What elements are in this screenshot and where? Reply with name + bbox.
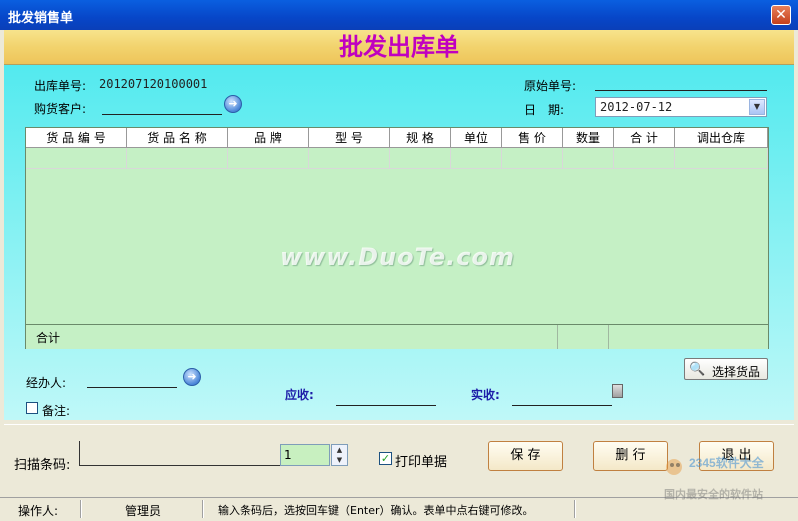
- barcode-input[interactable]: [79, 441, 280, 466]
- receivable-value: [336, 391, 436, 406]
- close-icon: ✕: [775, 7, 787, 23]
- status-divider: [202, 500, 204, 518]
- calculator-icon[interactable]: [612, 384, 623, 398]
- table-cell[interactable]: [563, 148, 614, 169]
- print-checkbox[interactable]: ✓: [379, 452, 392, 465]
- grid-footer: 合计: [26, 324, 768, 349]
- footer-divider: [608, 325, 609, 349]
- footer-divider: [557, 325, 558, 349]
- operator-value: 管理员: [125, 504, 162, 518]
- col-unit[interactable]: 单位: [451, 128, 502, 148]
- form-title: 批发出库单: [339, 33, 459, 61]
- scan-label: 扫描条码:: [14, 458, 71, 473]
- col-brand[interactable]: 品 牌: [228, 128, 309, 148]
- table-cell[interactable]: [451, 148, 502, 169]
- orig-no-input[interactable]: [595, 76, 767, 91]
- status-hint: 输入条码后，选按回车键（Enter）确认。表单中点右键可修改。: [218, 504, 534, 517]
- col-total[interactable]: 合 计: [614, 128, 675, 148]
- out-no-label: 出库单号:: [34, 79, 87, 93]
- close-button[interactable]: ✕: [771, 5, 791, 25]
- table-cell[interactable]: [26, 148, 127, 169]
- col-spec[interactable]: 规 格: [390, 128, 451, 148]
- select-goods-button[interactable]: 🔍 选择货品: [684, 358, 768, 380]
- goods-grid[interactable]: 货 品 编 号 货 品 名 称 品 牌 型 号 规 格 单位 售 价 数量 合 …: [25, 127, 769, 349]
- save-button[interactable]: 保 存: [488, 441, 563, 471]
- remark-label: 备注:: [42, 404, 71, 418]
- handler-lookup-button[interactable]: ➜: [183, 368, 201, 386]
- table-cell[interactable]: [228, 148, 309, 169]
- date-label: 日 期:: [524, 103, 565, 117]
- print-label: 打印单据: [395, 455, 448, 470]
- col-model[interactable]: 型 号: [309, 128, 390, 148]
- customer-lookup-button[interactable]: ➜: [224, 95, 242, 113]
- status-divider: [574, 500, 576, 518]
- window-title-bar[interactable]: 批发销售单 ✕: [0, 0, 798, 30]
- table-cell[interactable]: [675, 148, 768, 169]
- chevron-down-icon[interactable]: ▼: [332, 455, 347, 465]
- status-divider: [80, 500, 82, 518]
- brand-name: 2345软件大全: [689, 455, 765, 470]
- col-qty[interactable]: 数量: [563, 128, 614, 148]
- received-label: 实收:: [471, 388, 500, 402]
- table-cell[interactable]: [614, 148, 675, 169]
- receivable-label: 应收:: [285, 388, 314, 402]
- quantity-input[interactable]: 1: [280, 444, 330, 466]
- checkmark-icon: ✓: [380, 452, 391, 465]
- handler-label: 经办人:: [26, 376, 67, 390]
- customer-label: 购货客户:: [34, 102, 87, 116]
- customer-input[interactable]: [102, 100, 222, 115]
- quantity-stepper[interactable]: ▲ ▼: [331, 444, 348, 466]
- chevron-up-icon[interactable]: ▲: [332, 445, 347, 455]
- window-title: 批发销售单: [8, 11, 74, 26]
- header-band: 批发出库单: [4, 30, 794, 65]
- total-row-label: 合计: [36, 331, 61, 345]
- table-cell[interactable]: [502, 148, 563, 169]
- table-cell[interactable]: [390, 148, 451, 169]
- date-value: 2012-07-12: [600, 100, 673, 114]
- col-goods-code[interactable]: 货 品 编 号: [26, 128, 127, 148]
- orig-no-label: 原始单号:: [524, 79, 577, 93]
- watermark: www.DuoTe.com: [280, 243, 515, 271]
- table-cell[interactable]: [127, 148, 228, 169]
- col-price[interactable]: 售 价: [502, 128, 563, 148]
- select-goods-label: 选择货品: [712, 365, 761, 379]
- handler-input[interactable]: [87, 373, 177, 388]
- brand-logo: 2345软件大全 国内最安全的软件站: [662, 443, 794, 501]
- table-cell[interactable]: [309, 148, 390, 169]
- arrow-right-icon: ➜: [187, 370, 197, 383]
- operator-label: 操作人:: [18, 504, 59, 518]
- received-input[interactable]: [512, 391, 612, 406]
- date-select[interactable]: 2012-07-12 ▼: [595, 97, 767, 117]
- chevron-down-icon[interactable]: ▼: [749, 99, 765, 115]
- col-warehouse[interactable]: 调出仓库: [675, 128, 768, 148]
- col-goods-name[interactable]: 货 品 名 称: [127, 128, 228, 148]
- brand-logo-graphic: 2345软件大全 国内最安全的软件站: [664, 455, 765, 501]
- brand-slogan: 国内最安全的软件站: [664, 487, 763, 501]
- out-no-value: 201207120100001: [99, 77, 208, 91]
- magnifier-icon: 🔍: [689, 362, 706, 377]
- delete-row-button[interactable]: 删 行: [593, 441, 668, 471]
- remark-checkbox[interactable]: [26, 402, 38, 414]
- arrow-right-icon: ➜: [228, 97, 238, 110]
